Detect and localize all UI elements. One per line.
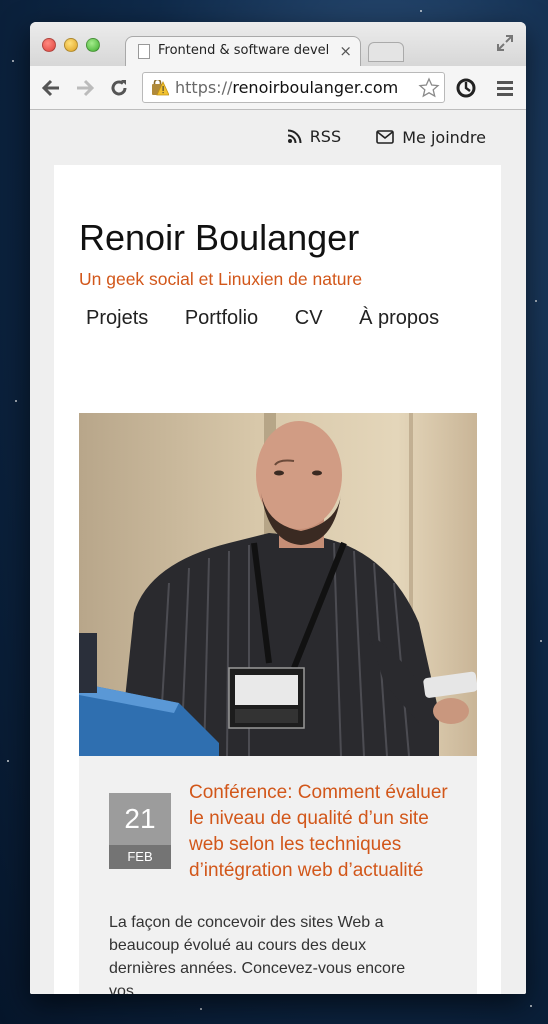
rss-label: RSS <box>309 127 342 146</box>
nav-item-cv[interactable]: CV <box>295 307 323 329</box>
post-summary: 21 FEB Conférence: Comment évaluer le ni… <box>79 756 477 994</box>
site-tagline: Un geek social et Linuxien de nature <box>79 269 363 289</box>
bookmark-star-icon[interactable] <box>418 77 440 99</box>
content-card: Renoir Boulanger Un geek social et Linux… <box>54 165 501 994</box>
new-tab-button[interactable] <box>368 42 404 62</box>
browser-tab[interactable]: Frontend & software developer × <box>125 36 361 66</box>
browser-window: Frontend & software developer × <box>30 22 526 994</box>
site-title[interactable]: Renoir Boulanger <box>79 217 359 259</box>
close-window-button[interactable] <box>42 38 56 52</box>
rss-link[interactable]: RSS <box>287 127 341 146</box>
browser-toolbar: https://renoirboulanger.com <box>30 66 526 110</box>
address-bar[interactable]: https://renoirboulanger.com <box>142 72 445 103</box>
forward-arrow-icon[interactable] <box>74 77 96 99</box>
back-arrow-icon[interactable] <box>40 77 62 99</box>
post-title-link[interactable]: Conférence: Comment évaluer le niveau de… <box>109 780 457 884</box>
envelope-icon <box>376 130 395 144</box>
url-scheme: https:// <box>175 78 233 97</box>
main-navigation: Projets Portfolio CV À propos <box>86 307 470 330</box>
speaker-photo <box>79 413 477 756</box>
tab-title: Frontend & software developer <box>158 43 330 58</box>
nav-item-a-propos[interactable]: À propos <box>359 307 439 329</box>
contact-label: Me joindre <box>402 127 486 147</box>
url-host: renoirboulanger.com <box>232 78 399 97</box>
post-excerpt: La façon de concevoir des sites Web a be… <box>109 914 406 994</box>
menu-hamburger-icon[interactable] <box>494 77 516 99</box>
web-page: RSS Me joindre Renoir Boulanger Un geek … <box>30 110 526 994</box>
reload-icon[interactable] <box>108 77 130 99</box>
warning-lock-icon <box>152 80 169 96</box>
title-bar: Frontend & software developer × <box>30 22 526 66</box>
nav-item-projets[interactable]: Projets <box>86 307 148 329</box>
top-utility-nav: RSS Me joindre <box>257 127 486 148</box>
nav-item-portfolio[interactable]: Portfolio <box>185 307 258 329</box>
post-featured-image[interactable] <box>79 413 477 756</box>
rss-icon <box>287 129 302 144</box>
url-text: https://renoirboulanger.com <box>175 78 398 97</box>
sync-extension-icon[interactable] <box>455 77 477 99</box>
contact-link[interactable]: Me joindre <box>376 128 486 147</box>
tab-close-icon[interactable]: × <box>339 42 352 60</box>
zoom-window-button[interactable] <box>86 38 100 52</box>
minimize-window-button[interactable] <box>64 38 78 52</box>
fullscreen-icon[interactable] <box>496 34 514 52</box>
page-icon <box>138 44 150 59</box>
